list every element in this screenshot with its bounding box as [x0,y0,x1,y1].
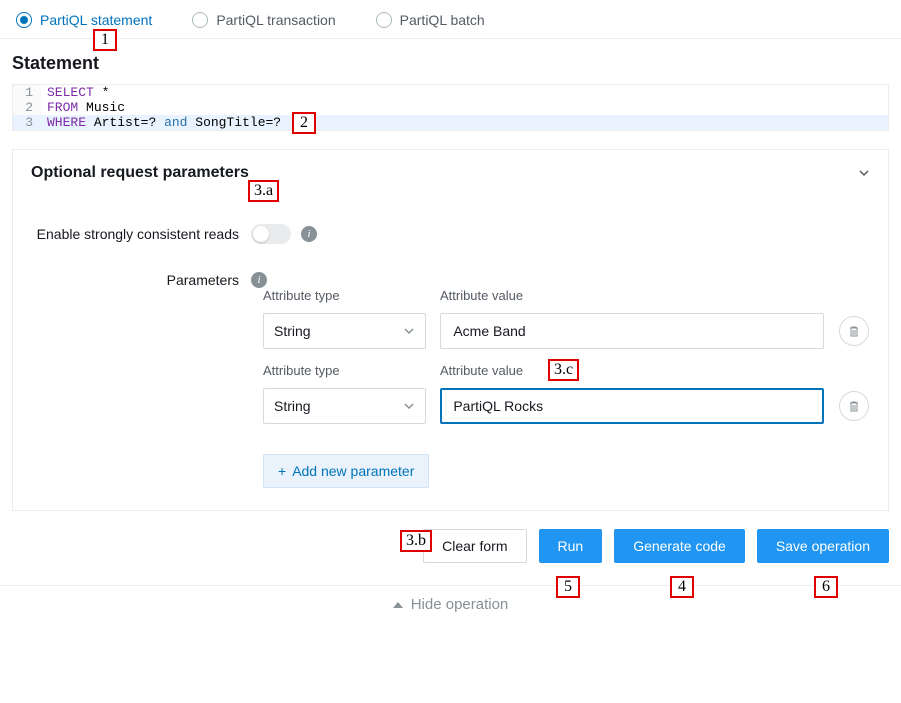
panel-title: Optional request parameters [31,164,249,182]
triangle-up-icon [393,602,403,608]
tab-label: PartiQL batch [400,12,485,28]
delete-parameter-button[interactable] [839,316,869,346]
select-value: String [274,323,311,339]
callout-3c: 3.c [548,359,579,381]
callout-3b: 3.b [400,530,432,552]
hide-operation-label: Hide operation [411,596,509,613]
radio-icon [16,12,32,28]
tab-label: PartiQL transaction [216,12,335,28]
optional-parameters-panel: Optional request parameters Enable stron… [12,149,889,511]
attr-value-header: Attribute value [440,363,823,382]
select-value: String [274,398,311,414]
tab-label: PartiQL statement [40,12,152,28]
chevron-down-icon [403,325,415,337]
code-text: SELECT * [41,85,888,100]
parameters-label: Parameters [31,272,251,288]
info-icon[interactable]: i [251,272,267,288]
callout-6: 6 [814,576,838,598]
enable-consistent-reads-toggle[interactable] [251,224,291,244]
enable-consistent-reads-label: Enable strongly consistent reads [31,226,251,242]
add-parameter-button[interactable]: + Add new parameter [263,454,429,488]
callout-2: 2 [292,112,316,134]
code-line: 2FROM Music [13,100,888,115]
chevron-down-icon [858,167,870,179]
param-headers: Attribute type Attribute value [263,288,870,307]
tab-partiql-transaction[interactable]: PartiQL transaction [192,12,335,28]
attr-value-input[interactable] [440,388,823,424]
radio-icon [376,12,392,28]
code-line: 3WHERE Artist=? and SongTitle=? [13,115,888,130]
parameters-area: Attribute type Attribute value String [263,288,870,488]
callout-3a: 3.a [248,180,279,202]
code-text: FROM Music [41,100,888,115]
attr-type-select[interactable]: String [263,388,426,424]
parameters-row: Parameters i [31,272,870,288]
trash-icon [847,399,861,413]
tab-partiql-statement[interactable]: PartiQL statement [16,12,152,28]
add-param-label: Add new parameter [292,463,414,479]
run-button[interactable]: Run [539,529,603,563]
generate-code-button[interactable]: Generate code [614,529,745,563]
optional-parameters-header[interactable]: Optional request parameters [13,150,888,196]
action-row: Clear form Run Generate code Save operat… [0,511,901,581]
attr-type-header: Attribute type [263,288,426,307]
chevron-down-icon [403,400,415,412]
plus-icon: + [278,463,286,479]
tab-partiql-batch[interactable]: PartiQL batch [376,12,485,28]
callout-4: 4 [670,576,694,598]
callout-5: 5 [556,576,580,598]
attr-value-input[interactable] [440,313,823,349]
save-operation-button[interactable]: Save operation [757,529,889,563]
statement-title: Statement [0,39,901,84]
tab-bar: PartiQL statement PartiQL transaction Pa… [0,0,901,39]
delete-parameter-button[interactable] [839,391,869,421]
hide-operation-toggle[interactable]: Hide operation [0,585,901,623]
attr-value-header: Attribute value [440,288,823,307]
code-line: 1SELECT * [13,85,888,100]
attr-type-header: Attribute type [263,363,426,382]
radio-icon [192,12,208,28]
parameter-row: String [263,388,870,424]
code-text: WHERE Artist=? and SongTitle=? [41,115,888,130]
callout-1: 1 [93,29,117,51]
clear-form-button[interactable]: Clear form [423,529,526,563]
info-icon[interactable]: i [301,226,317,242]
parameter-row: String [263,313,870,349]
attr-type-select[interactable]: String [263,313,426,349]
enable-consistent-reads-row: Enable strongly consistent reads i [31,224,870,244]
trash-icon [847,324,861,338]
code-editor[interactable]: 1SELECT * 2FROM Music 3WHERE Artist=? an… [12,84,889,131]
